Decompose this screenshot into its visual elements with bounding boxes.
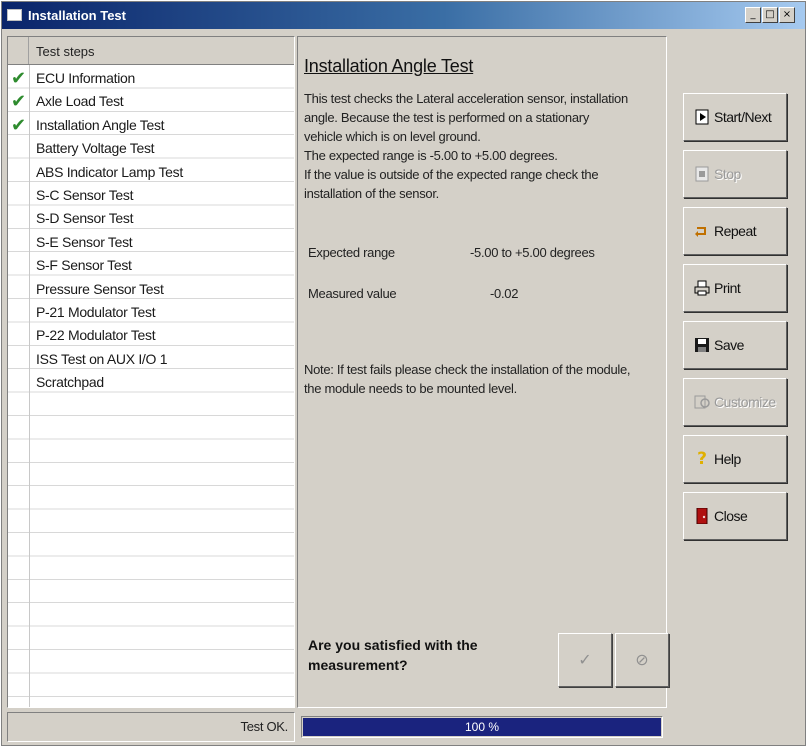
list-item[interactable]: S-E Sensor Test [8,232,294,255]
start-next-label: Start/Next [714,109,772,125]
customize-icon [694,394,710,410]
list-item[interactable]: S-F Sensor Test [8,255,294,278]
minimize-button[interactable]: _ [745,7,761,23]
list-item[interactable]: Scratchpad [8,372,294,395]
description-line: installation of the sensor. [304,186,439,201]
play-icon [694,109,710,125]
reject-measurement-button[interactable]: ⊘ [615,633,669,687]
description-line: vehicle which is on level ground. [304,129,481,144]
list-item[interactable]: ✔ Installation Angle Test [8,115,294,138]
save-label: Save [714,337,744,353]
print-button[interactable]: Print [683,264,787,312]
close-button[interactable]: Close [683,492,787,540]
customize-button[interactable]: Customize [683,378,787,426]
step-label: ISS Test on AUX I/O 1 [36,350,168,367]
failure-note: Note: If test fails please check the ins… [304,360,666,398]
step-label: Installation Angle Test [36,116,165,133]
step-label: Battery Voltage Test [36,140,155,157]
list-item[interactable]: S-D Sensor Test [8,208,294,231]
window-title: Installation Test [28,8,126,23]
command-buttons-panel: Start/Next Stop Repeat Print Save Custom… [669,36,804,708]
start-next-button[interactable]: Start/Next [683,93,787,141]
step-label: S-D Sensor Test [36,210,134,227]
list-item[interactable]: ABS Indicator Lamp Test [8,162,294,185]
repeat-icon [694,223,710,239]
measured-value: -0.02 [490,286,519,301]
step-label: S-F Sensor Test [36,257,132,274]
maximize-button[interactable]: □ [762,7,778,23]
checkmark-icon: ✔ [11,68,27,89]
test-description: This test checks the Lateral acceleratio… [304,89,664,203]
step-label: P-21 Modulator Test [36,303,156,320]
grid-header: Test steps [8,37,294,65]
floppy-disk-icon [694,337,710,353]
step-label: Pressure Sensor Test [36,280,164,297]
stop-button[interactable]: Stop [683,150,787,198]
checkmark-icon: ✔ [11,91,27,113]
description-line: If the value is outside of the expected … [304,167,599,182]
step-label: Scratchpad [36,374,104,391]
question-line: Are you satisfied with the [308,637,478,653]
accept-measurement-button[interactable]: ✓ [558,633,612,687]
list-item[interactable]: P-21 Modulator Test [8,302,294,325]
exit-door-icon [694,507,710,525]
test-steps-list: ✔ ECU Information ✔ Axle Load Test ✔ Installa… [8,68,294,395]
test-title: Installation Angle Test [304,56,474,76]
customize-label: Customize [714,394,776,410]
progress-label: 100 % [464,720,500,734]
step-label: P-22 Modulator Test [36,327,156,344]
measured-value-label: Measured value [308,286,397,301]
expected-range-label: Expected range [308,245,395,260]
printer-icon [694,280,710,296]
list-item[interactable]: Pressure Sensor Test [8,279,294,302]
question-mark-icon: ? [697,449,707,469]
description-line: angle. Because the test is performed on … [304,110,590,125]
repeat-button[interactable]: Repeat [683,207,787,255]
step-label: S-E Sensor Test [36,233,133,250]
progress-bar: 100 % [301,716,663,738]
description-line: The expected range is -5.00 to +5.00 deg… [304,148,558,163]
step-label: ECU Information [36,70,135,86]
list-item[interactable]: Battery Voltage Test [8,138,294,161]
help-button[interactable]: ? Help [683,435,787,483]
test-steps-grid[interactable]: Test steps ✔ ECU Information ✔ Axle Load Te… [7,36,295,708]
list-item[interactable]: S-C Sensor Test [8,185,294,208]
list-item[interactable]: ✔ ECU Information [8,68,294,91]
status-bar: Test OK. [7,712,295,742]
stop-label: Stop [714,166,741,182]
stop-icon [694,166,710,182]
note-line: the module needs to be mounted level. [304,381,517,396]
test-details-panel: Installation Angle Test This test checks… [297,36,669,708]
status-text: Test OK. [240,719,289,734]
help-label: Help [714,451,741,467]
satisfaction-question: Are you satisfied with the measurement? [308,635,478,675]
step-label: ABS Indicator Lamp Test [36,163,183,180]
print-label: Print [714,280,741,296]
close-window-button[interactable]: × [779,7,795,23]
note-line: Note: If test fails please check the ins… [304,362,631,377]
save-button[interactable]: Save [683,321,787,369]
step-label: Axle Load Test [36,93,124,110]
list-item[interactable]: ISS Test on AUX I/O 1 [8,349,294,372]
installation-test-window: Installation Test _ □ × Test steps ✔ ECU … [1,1,806,746]
expected-range-value: -5.00 to +5.00 degrees [470,245,595,260]
repeat-label: Repeat [714,223,757,239]
list-item[interactable]: P-22 Modulator Test [8,325,294,348]
close-label: Close [714,508,748,524]
step-label: S-C Sensor Test [36,186,134,203]
description-line: This test checks the Lateral acceleratio… [304,91,628,106]
title-bar[interactable]: Installation Test _ □ × [2,2,805,29]
window-icon [7,9,22,21]
test-steps-header: Test steps [36,44,95,59]
grid-header-corner [8,37,29,64]
checkmark-icon: ✔ [11,114,27,136]
list-item[interactable]: ✔ Axle Load Test [8,91,294,114]
question-line: measurement? [308,657,408,673]
